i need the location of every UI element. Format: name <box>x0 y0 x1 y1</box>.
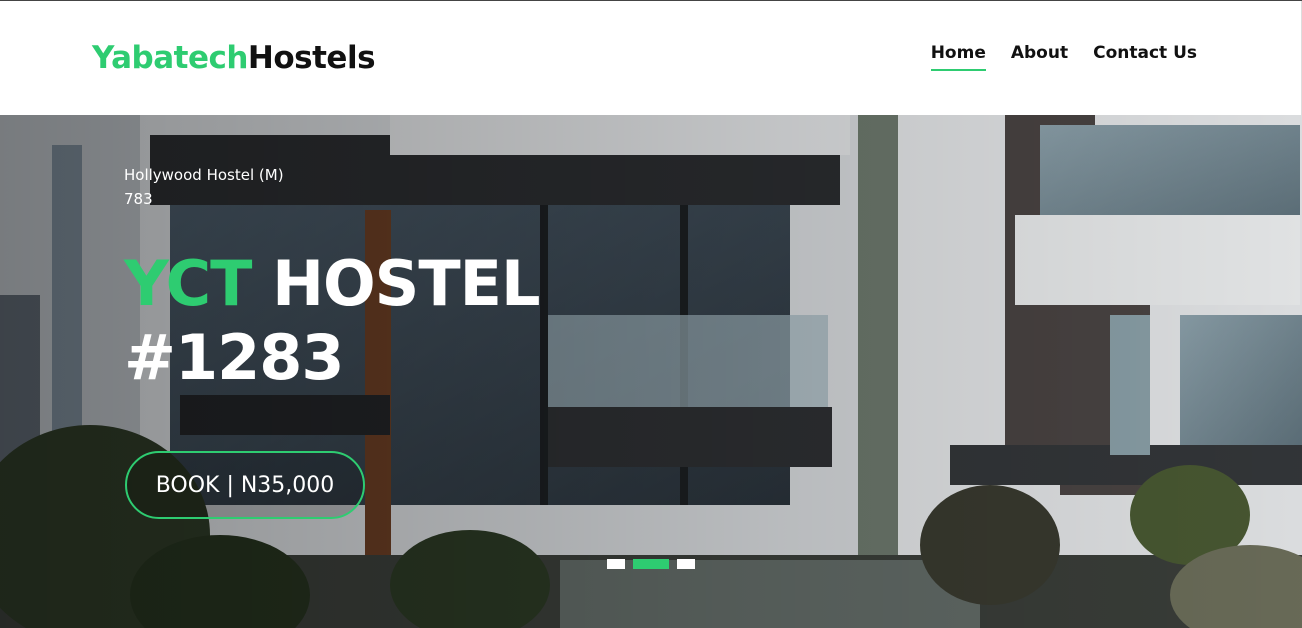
hostel-number: 783 <box>124 190 153 208</box>
nav-item-home[interactable]: Home <box>930 41 986 71</box>
carousel-dot-1[interactable] <box>607 559 625 569</box>
hostel-info: Hollywood Hostel (M) 783 <box>124 163 284 211</box>
brand-part-2: Hostels <box>247 40 376 76</box>
hostel-name: Hollywood Hostel (M) <box>124 166 284 184</box>
carousel-indicators <box>607 559 695 569</box>
book-button[interactable]: BOOK | N35,000 <box>125 451 365 519</box>
hero-title-line2: #1283 <box>124 321 345 394</box>
carousel-dot-2[interactable] <box>633 559 669 569</box>
hero-title-rest: HOSTEL <box>272 247 540 320</box>
nav-item-about[interactable]: About <box>1011 41 1068 71</box>
hero-slider: Hollywood Hostel (M) 783 YCT HOSTEL #128… <box>0 115 1302 628</box>
site-logo[interactable]: YabatechHostels <box>92 39 376 77</box>
hero-title: YCT HOSTEL #1283 <box>124 247 540 395</box>
main-nav: Home About Contact Us <box>930 41 1197 71</box>
site-header: YabatechHostels Home About Contact Us <box>0 1 1302 115</box>
carousel-dot-3[interactable] <box>677 559 695 569</box>
hero-title-highlight: YCT <box>124 247 252 320</box>
nav-item-contact[interactable]: Contact Us <box>1093 41 1197 71</box>
brand-part-1: Yabatech <box>92 40 248 76</box>
